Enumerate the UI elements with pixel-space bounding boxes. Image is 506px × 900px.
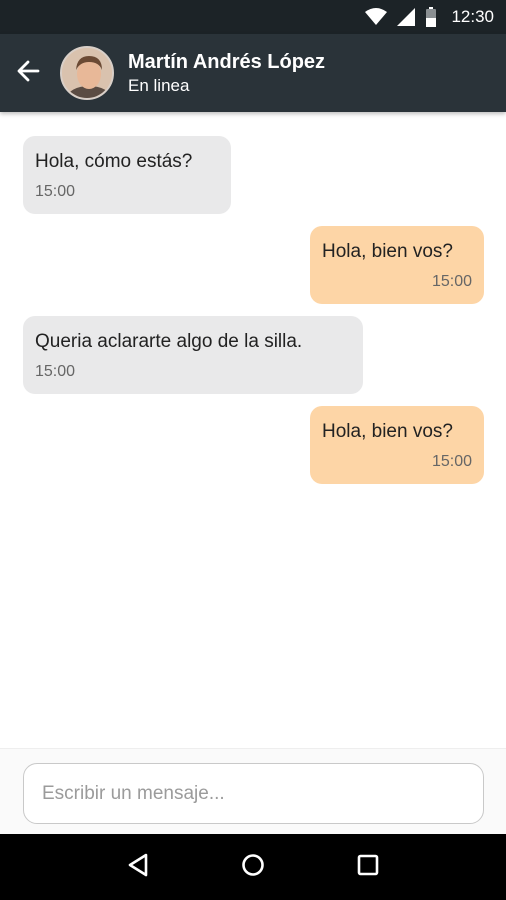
back-button[interactable] bbox=[0, 34, 56, 112]
message-bubble-incoming[interactable]: Hola, cómo estás? 15:00 bbox=[23, 136, 231, 214]
message-bubble-outgoing[interactable]: Hola, bien vos? 15:00 bbox=[310, 226, 484, 304]
message-text: Queria aclararte algo de la silla. bbox=[35, 331, 303, 352]
home-circle-icon bbox=[241, 853, 265, 882]
message-time: 15:00 bbox=[431, 453, 472, 470]
contact-name: Martín Andrés López bbox=[128, 51, 326, 73]
status-time: 12:30 bbox=[451, 7, 494, 26]
message-bubble-outgoing[interactable]: Hola, bien vos? 15:00 bbox=[310, 406, 484, 484]
back-triangle-icon bbox=[127, 853, 149, 882]
signal-icon bbox=[397, 8, 416, 26]
nav-back-button[interactable] bbox=[118, 847, 158, 887]
wifi-icon bbox=[365, 8, 388, 26]
chat-header: Martín Andrés López En linea bbox=[0, 34, 506, 112]
message-bubble-incoming[interactable]: Queria aclararte algo de la silla. 15:00 bbox=[23, 316, 363, 394]
message-text: Hola, bien vos? bbox=[322, 241, 453, 262]
contact-info[interactable]: Martín Andrés López En linea bbox=[128, 49, 325, 97]
message-text: Hola, cómo estás? bbox=[35, 151, 193, 172]
battery-icon bbox=[425, 7, 437, 27]
avatar[interactable] bbox=[60, 46, 114, 100]
nav-home-button[interactable] bbox=[233, 847, 273, 887]
message-list[interactable]: Hola, cómo estás? 15:00 Hola, bien vos? … bbox=[0, 112, 506, 748]
arrow-left-icon bbox=[16, 59, 40, 88]
message-input[interactable] bbox=[23, 763, 484, 824]
composer bbox=[0, 748, 506, 834]
system-nav-bar bbox=[0, 834, 506, 900]
contact-status: En linea bbox=[128, 76, 190, 95]
message-time: 15:00 bbox=[431, 273, 472, 290]
message-text: Hola, bien vos? bbox=[322, 421, 453, 442]
message-time: 15:00 bbox=[35, 363, 76, 380]
recents-square-icon bbox=[356, 853, 380, 882]
message-time: 15:00 bbox=[35, 183, 76, 200]
status-bar: 12:30 bbox=[0, 0, 506, 34]
nav-recents-button[interactable] bbox=[348, 847, 388, 887]
